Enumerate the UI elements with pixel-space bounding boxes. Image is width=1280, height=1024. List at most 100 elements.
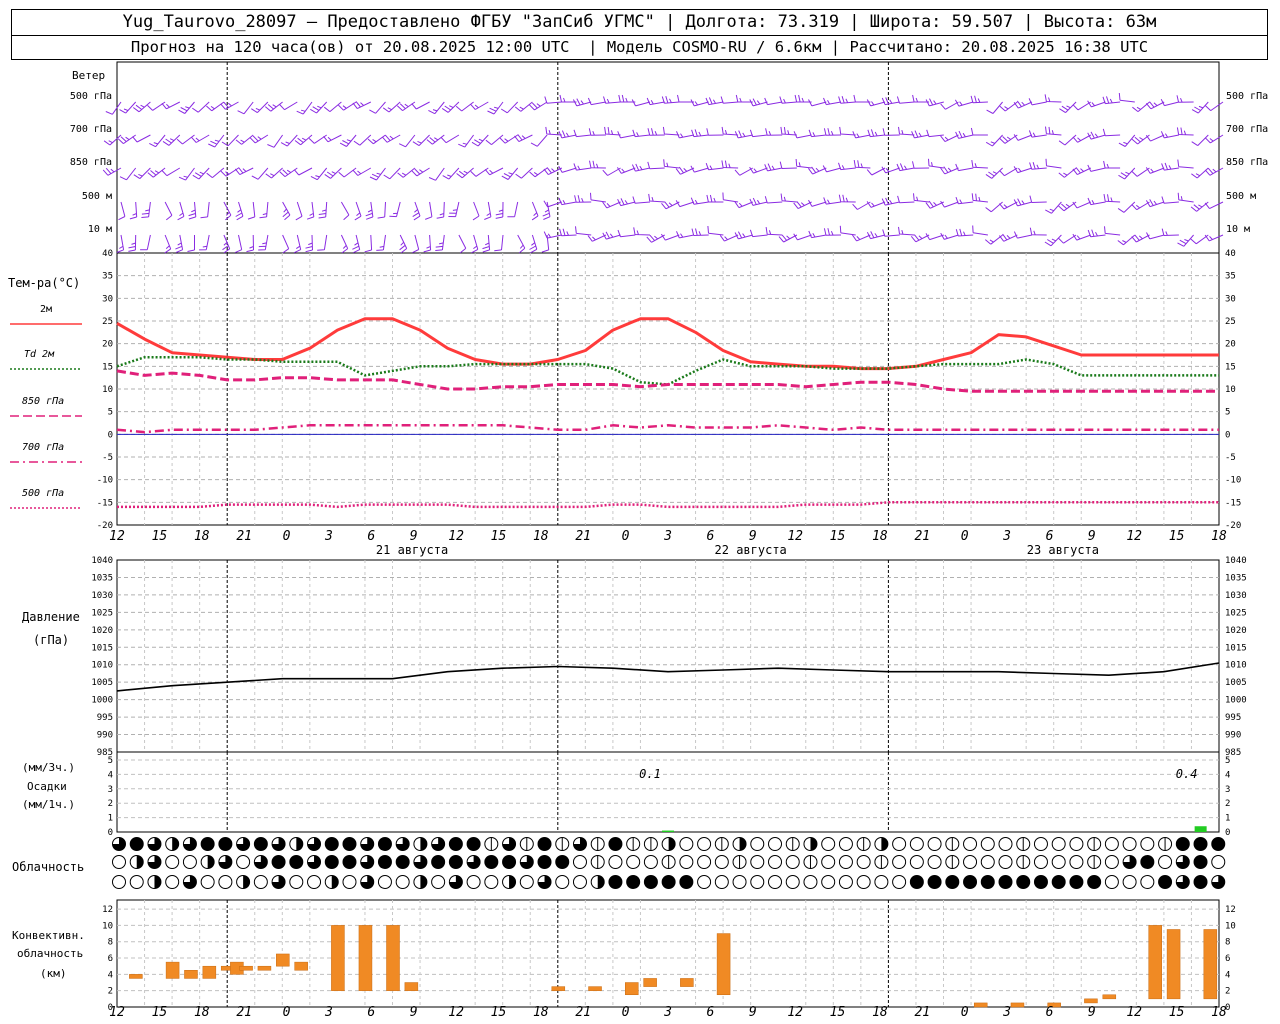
- temp-ytick-left: 10: [102, 385, 113, 395]
- wind-barb: [192, 101, 210, 113]
- time-tick: 21: [575, 529, 591, 544]
- wind-barb: [1161, 228, 1179, 236]
- conv-ytick-left: 10: [102, 921, 113, 931]
- cloud-symbol: [555, 875, 570, 889]
- wind-barb: [1044, 94, 1062, 103]
- wind-barb: [590, 192, 606, 203]
- wind-barb: [647, 128, 665, 136]
- wind-barb: [381, 134, 401, 143]
- cloud-symbol: [785, 855, 800, 869]
- wind-barb: [149, 134, 166, 148]
- wind-barb: [543, 200, 562, 208]
- pres-ytick-left: 1035: [91, 573, 113, 583]
- wind-barb: [117, 134, 136, 145]
- wind-barb: [823, 128, 842, 136]
- wind-barb: [282, 201, 291, 221]
- conv-ytick-left: 12: [102, 905, 113, 915]
- wind-barb: [1191, 134, 1209, 147]
- cloud-symbol: [821, 855, 836, 869]
- wind-barb: [897, 195, 915, 204]
- cloud-symbol-fill: [1052, 875, 1066, 889]
- conv-bar: [184, 970, 198, 979]
- wind-barb: [515, 167, 533, 179]
- conv-bar: [680, 978, 694, 987]
- cloud-symbol-fill: [325, 837, 339, 851]
- wind-barb: [102, 167, 122, 176]
- cloud-symbols: [112, 837, 1226, 889]
- wind-barb: [778, 234, 798, 243]
- cloud-symbol-fill: [378, 837, 392, 851]
- wind-barb: [1104, 226, 1121, 236]
- temp-ytick-right: -5: [1225, 453, 1236, 463]
- cloud-symbol: [129, 875, 144, 889]
- wind-barb: [558, 165, 577, 173]
- cloud-symbol: [342, 875, 357, 889]
- wind-barb: [1177, 192, 1194, 203]
- wind-barb: [882, 229, 900, 237]
- wind-barb: [971, 160, 988, 169]
- cloud-symbol-fill: [130, 837, 144, 851]
- cloud-symbol: [112, 875, 126, 889]
- precipitation-bars: [662, 826, 1207, 832]
- cloud-symbol-fill: [289, 855, 303, 869]
- cloud-symbol: [200, 875, 215, 889]
- pres-ytick-right: 1005: [1225, 678, 1247, 688]
- conv-bar: [1010, 1002, 1025, 1008]
- cloud-symbol: [856, 875, 871, 889]
- time-tick: 12: [1126, 1005, 1142, 1020]
- cloud-symbol-fill: [449, 837, 463, 851]
- time-tick: 0: [622, 529, 630, 544]
- wind-barb: [573, 129, 592, 138]
- wind-barb: [132, 134, 151, 143]
- cloud-symbol: [1140, 875, 1155, 889]
- wind-barb: [632, 129, 651, 138]
- day-label: 21 августа: [376, 543, 448, 557]
- time-tick: 0: [622, 1005, 630, 1020]
- cloud-symbol-fill: [254, 837, 268, 851]
- wind-barb: [1072, 101, 1092, 111]
- conv-bar: [1148, 925, 1162, 1000]
- prec-ytick-left: 2: [108, 799, 113, 809]
- wind-barb: [458, 234, 467, 254]
- wind-barb: [764, 196, 783, 204]
- wind-barb: [648, 193, 665, 203]
- wind-barb: [1161, 162, 1179, 171]
- wind-barb: [954, 99, 974, 107]
- wind-barb: [187, 235, 195, 252]
- time-tick: 6: [706, 529, 714, 544]
- cloud-symbol-fill: [608, 837, 622, 851]
- cloud-symbol-fill: [538, 837, 552, 851]
- cloud-symbol-half: [810, 837, 817, 851]
- cloud-symbol-half: [207, 855, 215, 869]
- wind-barb: [259, 201, 269, 219]
- precip-unit-1h: (мм/1ч.): [22, 798, 75, 811]
- pres-ytick-right: 1030: [1225, 591, 1247, 601]
- time-tick: 3: [663, 1005, 672, 1020]
- cloud-symbol: [484, 875, 499, 889]
- cloud-symbol: [1069, 837, 1084, 851]
- wind-barb: [220, 101, 239, 110]
- cloud-symbol: [307, 875, 322, 889]
- cloud-symbol: [431, 875, 446, 889]
- wind-barb: [1028, 130, 1047, 138]
- cloud-symbol: [768, 875, 783, 889]
- cloud-symbol: [892, 855, 907, 869]
- pres-ytick-right: 990: [1225, 731, 1241, 741]
- wind-barb: [911, 130, 930, 139]
- cloud-symbol: [1033, 837, 1048, 851]
- cloud-symbol: [785, 875, 800, 889]
- temp-ytick-right: 30: [1225, 294, 1236, 304]
- wind-barb: [675, 200, 695, 208]
- wind-level-right: 500 гПа: [1226, 91, 1268, 102]
- wind-barb: [176, 134, 195, 145]
- conv-bar: [1084, 998, 1098, 1004]
- conv-unit: (км): [40, 967, 67, 980]
- wind-barb: [764, 163, 783, 172]
- wind-barb: [1029, 227, 1047, 236]
- wind-barb: [440, 134, 460, 144]
- cloud-symbol: [572, 875, 587, 889]
- temp-legend-label: 850 гПа: [22, 396, 64, 407]
- wind-barb: [661, 201, 680, 210]
- wind-barb: [882, 128, 900, 136]
- time-tick: 15: [152, 529, 168, 544]
